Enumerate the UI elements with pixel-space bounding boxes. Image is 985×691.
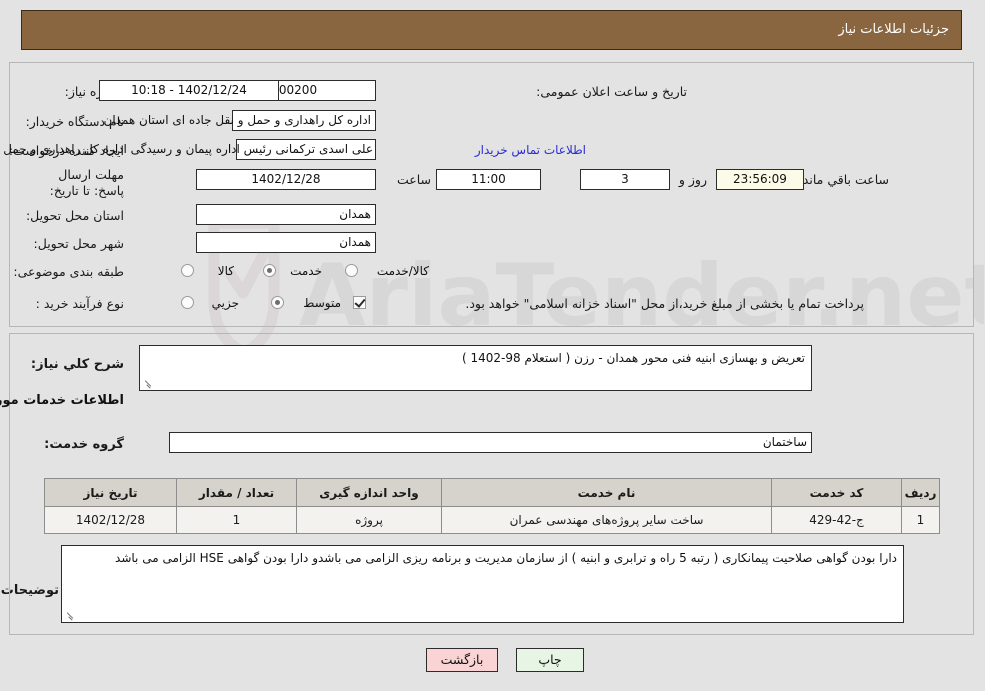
deadline-days-value: 3 bbox=[581, 169, 671, 190]
summary-textarea[interactable]: تعریض و بهسازی ابنیه فنی محور همدان - رز… bbox=[140, 345, 813, 391]
deadline-countdown-timer: 23:56:09 bbox=[717, 169, 805, 190]
treasury-bond-note: پرداخت تمام یا بخشی از مبلغ خرید،از محل … bbox=[466, 296, 865, 311]
th-quantity: تعداد / مقدار bbox=[177, 478, 298, 507]
buyer-contact-link[interactable]: اطلاعات تماس خریدار bbox=[476, 143, 587, 157]
th-date: تاریخ نیاز bbox=[45, 478, 178, 507]
deadline-date-value: 1402/12/28 bbox=[197, 169, 377, 190]
resize-handle-icon bbox=[66, 611, 76, 621]
cell-name: ساخت سایر پروژه‌های مهندسی عمران bbox=[442, 506, 773, 534]
th-unit: واحد اندازه گیری bbox=[297, 478, 443, 507]
buyer-notes-textarea[interactable]: دارا بودن گواهی صلاحیت پیمانکاری ( رتبه … bbox=[62, 545, 905, 623]
radio-category-service[interactable] bbox=[264, 264, 277, 277]
radio-category-service-label: خدمت bbox=[291, 264, 323, 278]
th-name: نام خدمت bbox=[442, 478, 773, 507]
city-value: همدان bbox=[197, 232, 377, 253]
cell-date: 1402/12/28 bbox=[45, 506, 178, 534]
radio-category-goods[interactable] bbox=[182, 264, 195, 277]
buyer-notes-value: دارا بودن گواهی صلاحیت پیمانکاری ( رتبه … bbox=[116, 551, 898, 565]
th-row: ردیف bbox=[902, 478, 941, 507]
announce-datetime-value: 1402/12/24 - 10:18 bbox=[100, 80, 280, 101]
th-code: کد خدمت bbox=[772, 478, 903, 507]
table-row: 1 ج-42-429 ساخت سایر پروژه‌های مهندسی عم… bbox=[45, 506, 941, 534]
page-header-bar: جزئیات اطلاعات نیاز bbox=[22, 10, 963, 50]
radio-category-goods-label: کالا bbox=[218, 264, 235, 278]
back-button[interactable]: بازگشت bbox=[427, 648, 499, 672]
resize-handle-icon bbox=[144, 379, 154, 389]
service-group-value: ساختمان bbox=[170, 432, 813, 453]
cell-row: 1 bbox=[902, 506, 941, 534]
table-header-row: ردیف کد خدمت نام خدمت واحد اندازه گیری ت… bbox=[45, 478, 941, 507]
services-section-heading: اطلاعات خدمات مورد نیاز bbox=[0, 393, 125, 408]
deadline-hour-value: 11:00 bbox=[437, 169, 542, 190]
cell-unit: پروژه bbox=[297, 506, 443, 534]
province-value: همدان bbox=[197, 204, 377, 225]
page-title: جزئیات اطلاعات نیاز bbox=[839, 22, 950, 37]
cell-quantity: 1 bbox=[177, 506, 298, 534]
print-button[interactable]: چاپ bbox=[517, 648, 585, 672]
radio-category-goods-service-label: کالا/خدمت bbox=[377, 264, 430, 278]
requester-value: علی اسدی ترکمانی رئیس اداره پیمان و رسید… bbox=[0, 142, 374, 156]
cell-code: ج-42-429 bbox=[772, 506, 903, 534]
need-info-panel bbox=[10, 62, 975, 327]
summary-value: تعریض و بهسازی ابنیه فنی محور همدان - رز… bbox=[462, 351, 806, 365]
radio-category-goods-service[interactable] bbox=[346, 264, 359, 277]
buyer-org-value: اداره کل راهداری و حمل و نقل جاده ای است… bbox=[105, 110, 377, 131]
services-table: ردیف کد خدمت نام خدمت واحد اندازه گیری ت… bbox=[45, 478, 941, 534]
